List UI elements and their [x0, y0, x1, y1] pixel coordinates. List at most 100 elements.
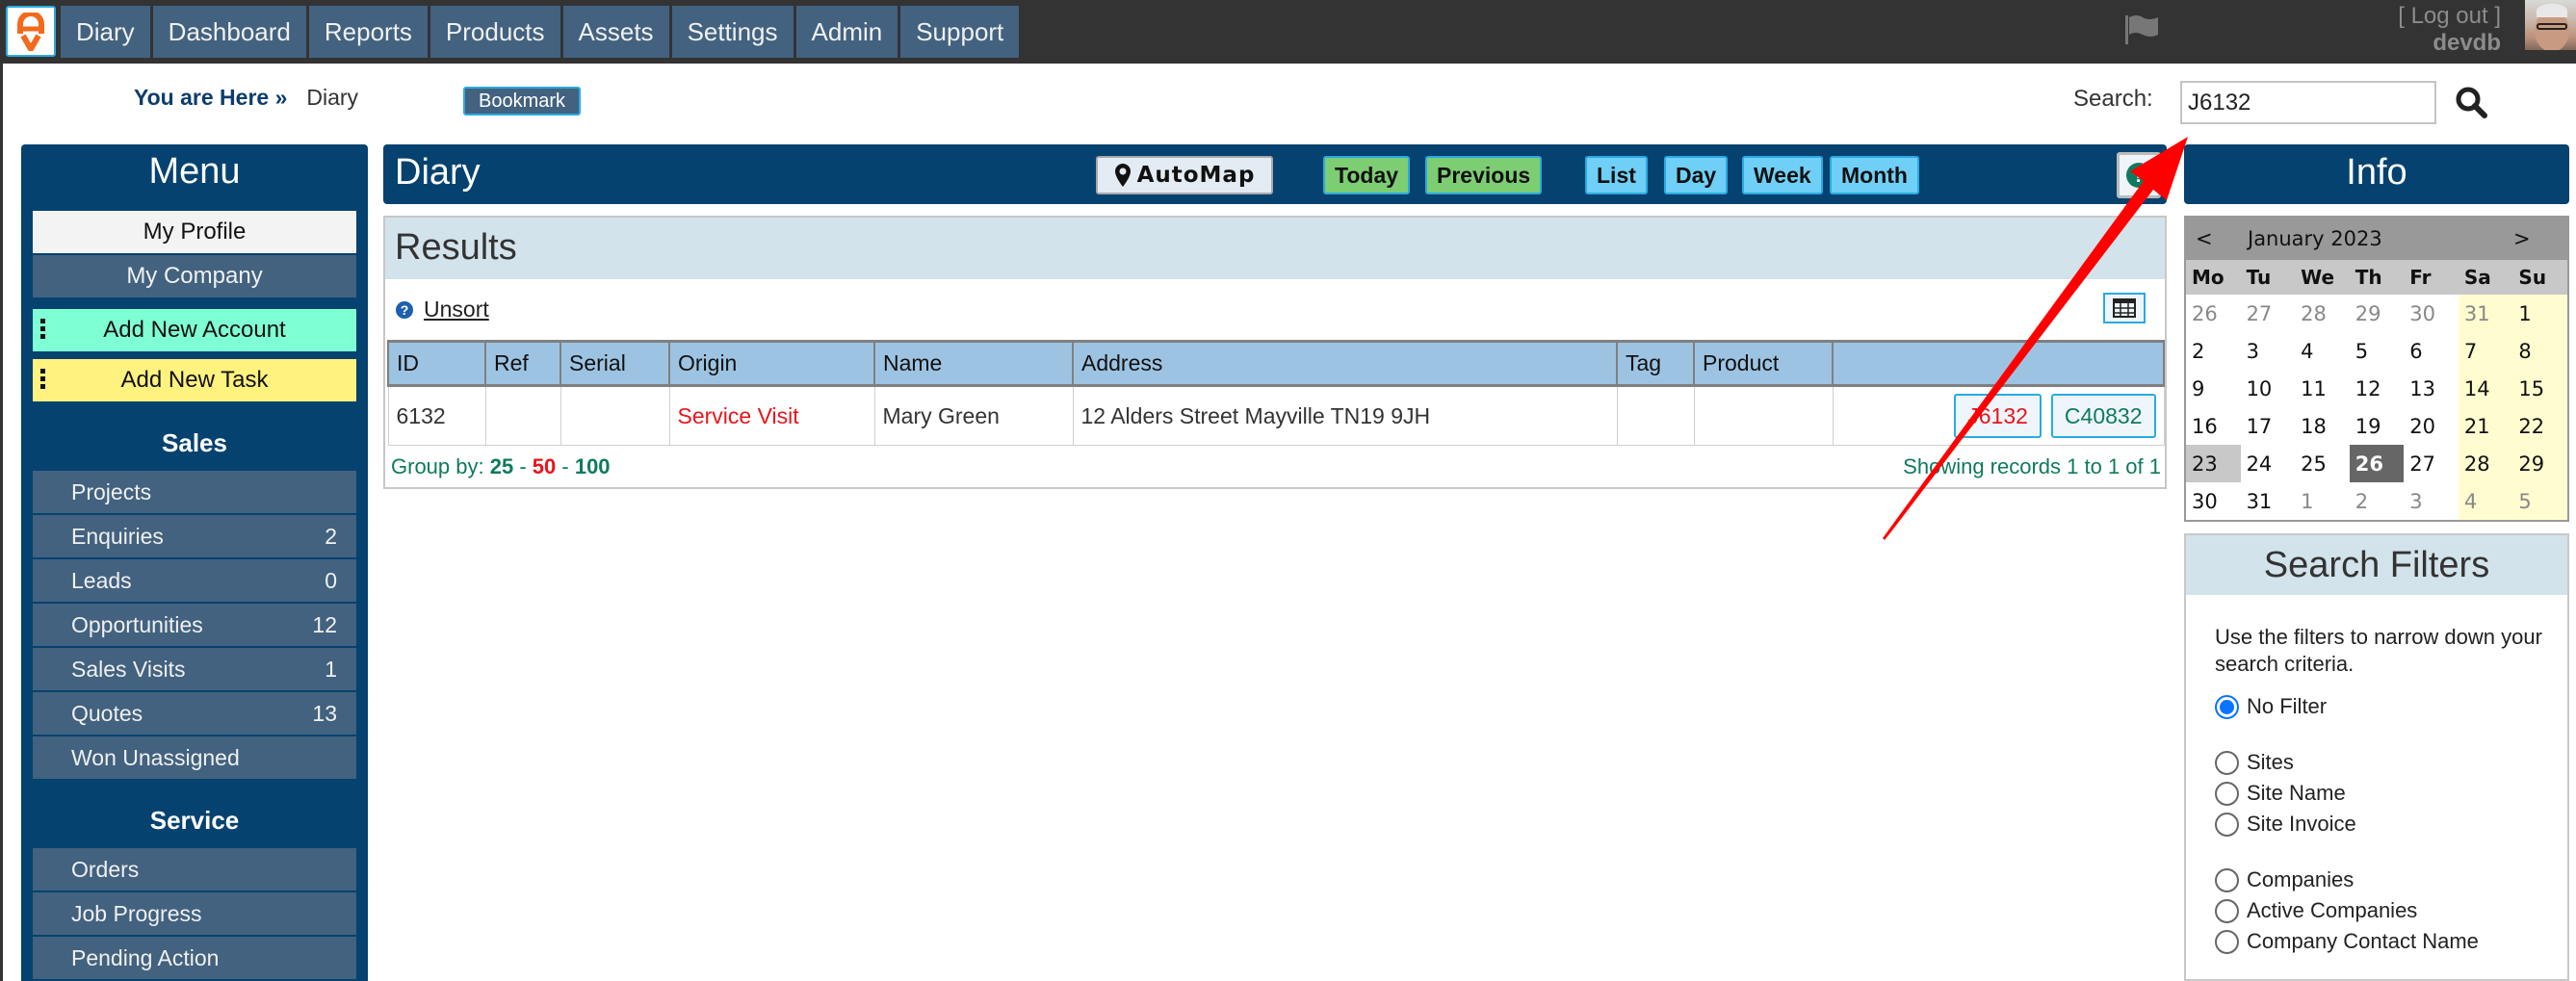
filter-companies[interactable]: Companies: [2215, 865, 2567, 895]
filter-no-filter[interactable]: No Filter: [2215, 691, 2567, 722]
sidebar-item-won-unassigned[interactable]: Won Unassigned: [33, 736, 356, 779]
calendar-day[interactable]: 18: [2295, 407, 2350, 445]
drag-handle-icon[interactable]: [40, 369, 46, 389]
table-row[interactable]: 6132 Service Visit Mary Green 12 Alders …: [387, 385, 2165, 446]
calendar-day[interactable]: 26: [2186, 295, 2241, 332]
nav-products[interactable]: Products: [429, 6, 560, 58]
calendar-day[interactable]: 4: [2458, 482, 2513, 520]
automap-button[interactable]: AutoMap: [1096, 156, 1273, 194]
group-by-50[interactable]: 50: [533, 454, 556, 478]
filter-sites[interactable]: Sites: [2215, 747, 2567, 778]
filter-active-companies[interactable]: Active Companies: [2215, 895, 2567, 926]
nav-dashboard[interactable]: Dashboard: [152, 6, 306, 58]
calendar-day[interactable]: 31: [2458, 295, 2513, 332]
column-chooser-button[interactable]: [2103, 293, 2146, 323]
today-button[interactable]: Today: [1323, 156, 1411, 194]
radio-button[interactable]: [2215, 812, 2239, 837]
col-header-origin[interactable]: Origin: [668, 340, 875, 387]
day-view-button[interactable]: Day: [1664, 156, 1729, 194]
filter-site-name[interactable]: Site Name: [2215, 778, 2567, 809]
sidebar-item-enquiries[interactable]: Enquiries 2: [33, 515, 356, 557]
calendar-day[interactable]: 7: [2458, 332, 2513, 370]
filter-site-invoice[interactable]: Site Invoice: [2215, 809, 2567, 839]
calendar-day[interactable]: 30: [2404, 295, 2459, 332]
calendar-day[interactable]: 1: [2295, 482, 2350, 520]
filter-company-contact-name[interactable]: Company Contact Name: [2215, 926, 2567, 957]
sidebar-item-pending-action[interactable]: Pending Action: [33, 937, 356, 979]
col-header-ref[interactable]: Ref: [484, 340, 561, 387]
calendar-day[interactable]: 6: [2404, 332, 2459, 370]
calendar-day[interactable]: 13: [2404, 370, 2459, 407]
sidebar-item-opportunities[interactable]: Opportunities 12: [33, 604, 356, 646]
calendar-day[interactable]: 12: [2350, 370, 2405, 407]
calendar-day[interactable]: 28: [2458, 445, 2513, 482]
nav-settings[interactable]: Settings: [671, 6, 794, 58]
radio-button[interactable]: [2215, 781, 2239, 806]
col-header-product[interactable]: Product: [1693, 340, 1834, 387]
company-link-button[interactable]: C40832: [2050, 394, 2156, 438]
calendar-day[interactable]: 23: [2186, 445, 2241, 482]
group-by-25[interactable]: 25: [490, 454, 513, 478]
radio-button[interactable]: [2215, 898, 2239, 923]
sidebar-item-projects[interactable]: Projects: [33, 471, 356, 513]
calendar-next-button[interactable]: >: [2513, 227, 2531, 250]
calendar-day[interactable]: 9: [2186, 370, 2241, 407]
add-new-task-button[interactable]: Add New Task: [33, 359, 356, 401]
calendar-day[interactable]: 5: [2350, 332, 2405, 370]
calendar-day[interactable]: 10: [2241, 370, 2296, 407]
col-header-name[interactable]: Name: [873, 340, 1074, 387]
my-profile-button[interactable]: My Profile: [33, 211, 356, 253]
calendar-day[interactable]: 27: [2404, 445, 2459, 482]
calendar-day[interactable]: 1: [2512, 295, 2567, 332]
calendar-day[interactable]: 14: [2458, 370, 2513, 407]
nav-support[interactable]: Support: [900, 6, 1020, 58]
calendar-day[interactable]: 30: [2186, 482, 2241, 520]
my-company-button[interactable]: My Company: [33, 255, 356, 297]
calendar-day[interactable]: 5: [2512, 482, 2567, 520]
sidebar-item-leads[interactable]: Leads 0: [33, 559, 356, 602]
radio-button[interactable]: [2215, 929, 2239, 954]
calendar-day[interactable]: 25: [2295, 445, 2350, 482]
calendar-day[interactable]: 21: [2458, 407, 2513, 445]
nav-admin[interactable]: Admin: [795, 6, 898, 58]
flag-icon[interactable]: [2123, 13, 2160, 51]
logout-link[interactable]: [ Log out ]: [2398, 3, 2501, 30]
drag-handle-icon[interactable]: [40, 319, 46, 339]
previous-button[interactable]: Previous: [1425, 156, 1543, 194]
help-button[interactable]: ?: [2117, 152, 2161, 198]
sidebar-item-quotes[interactable]: Quotes 13: [33, 692, 356, 735]
col-header-tag[interactable]: Tag: [1616, 340, 1695, 387]
radio-button[interactable]: [2215, 750, 2239, 775]
calendar-day[interactable]: 29: [2350, 295, 2405, 332]
bookmark-button[interactable]: Bookmark: [463, 87, 582, 116]
col-header-serial[interactable]: Serial: [559, 340, 670, 387]
unsort-link[interactable]: Unsort: [424, 297, 489, 323]
nav-assets[interactable]: Assets: [562, 6, 669, 58]
nav-reports[interactable]: Reports: [308, 6, 428, 58]
avatar[interactable]: [2525, 0, 2576, 64]
calendar-day[interactable]: 26: [2349, 445, 2405, 482]
week-view-button[interactable]: Week: [1742, 156, 1823, 194]
group-by-100[interactable]: 100: [575, 454, 611, 478]
nav-diary[interactable]: Diary: [61, 6, 150, 58]
calendar-day[interactable]: 28: [2295, 295, 2350, 332]
calendar-day[interactable]: 22: [2512, 407, 2567, 445]
calendar-prev-button[interactable]: <: [2196, 227, 2213, 250]
search-icon[interactable]: [2454, 85, 2488, 119]
add-new-account-button[interactable]: Add New Account: [33, 309, 356, 351]
calendar-day[interactable]: 11: [2295, 370, 2350, 407]
breadcrumb-current[interactable]: Diary: [306, 85, 358, 111]
calendar-day[interactable]: 8: [2512, 332, 2567, 370]
calendar-day[interactable]: 3: [2404, 482, 2459, 520]
calendar-day[interactable]: 3: [2241, 332, 2296, 370]
radio-button[interactable]: [2215, 694, 2239, 719]
list-view-button[interactable]: List: [1585, 156, 1648, 194]
search-input[interactable]: [2180, 81, 2436, 124]
calendar-day[interactable]: 2: [2186, 332, 2241, 370]
calendar-day[interactable]: 15: [2512, 370, 2567, 407]
col-header-id[interactable]: ID: [387, 340, 486, 387]
radio-button[interactable]: [2215, 867, 2239, 892]
calendar-day[interactable]: 16: [2186, 407, 2241, 445]
job-link-button[interactable]: J6132: [1954, 394, 2042, 438]
calendar-day[interactable]: 31: [2241, 482, 2296, 520]
